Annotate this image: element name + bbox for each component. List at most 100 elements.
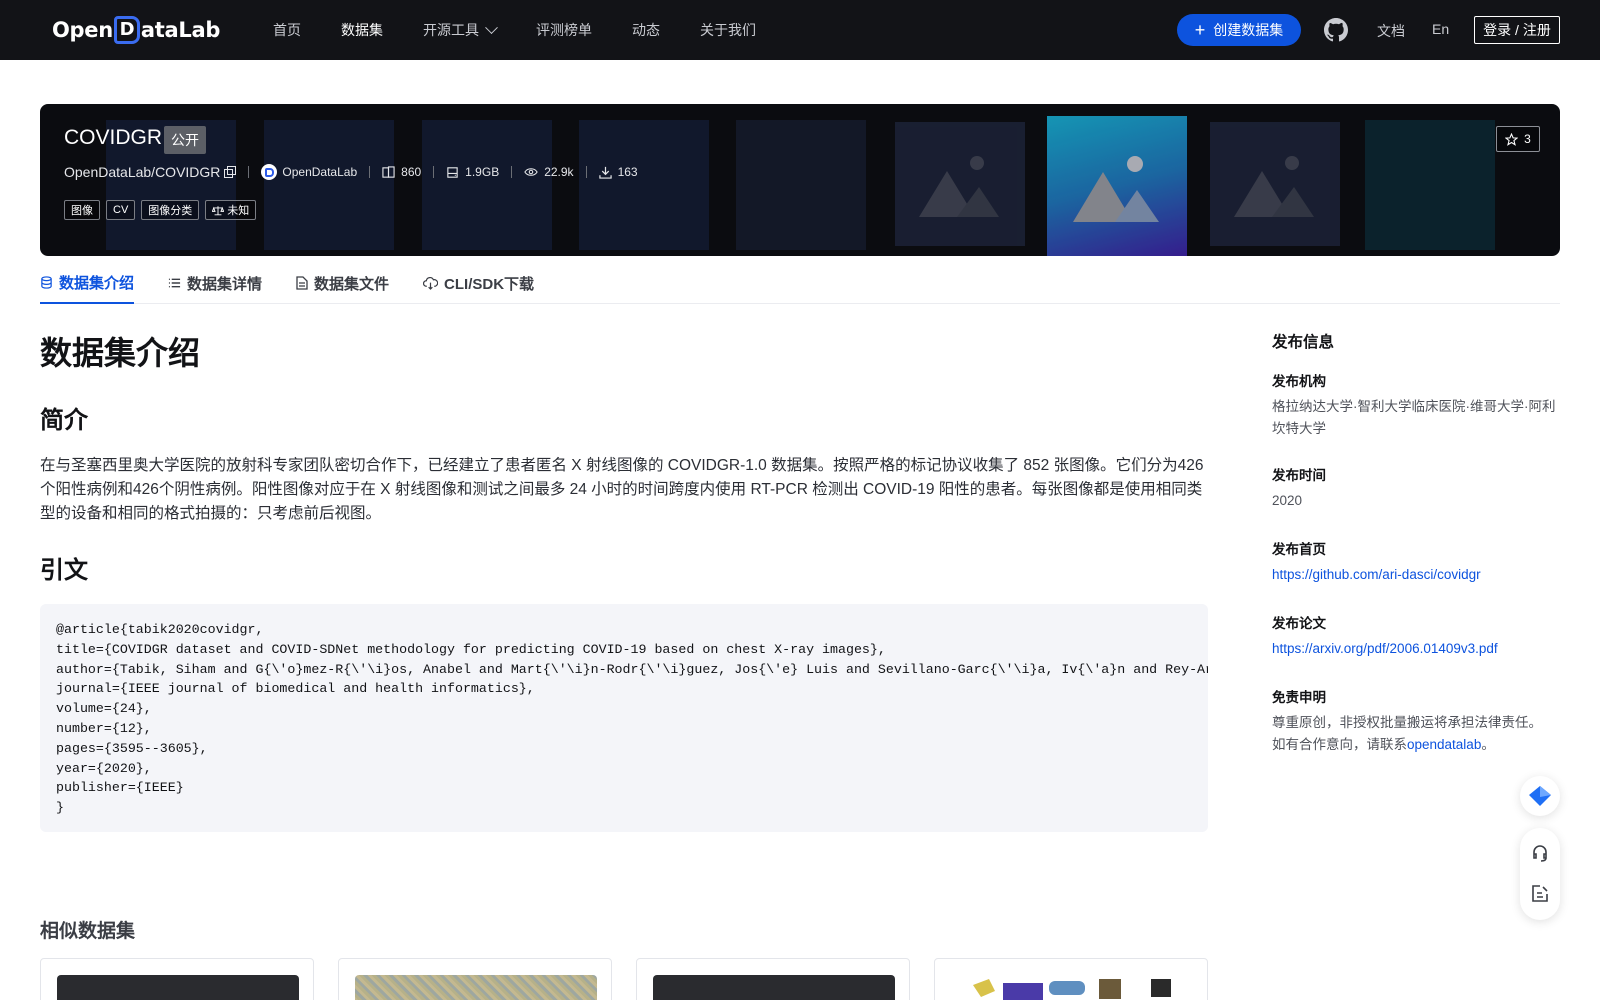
tag-list: 图像 CV 图像分类 未知: [64, 200, 262, 220]
eye-icon: [524, 168, 538, 176]
preview-thumbnail: [895, 122, 1025, 246]
similar-datasets-heading: 相似数据集: [40, 921, 136, 942]
paper-value: https://arxiv.org/pdf/2006.01409v3.pdf: [1272, 638, 1556, 660]
top-navbar: Open D ataLab 首页 数据集 开源工具 评测榜单 动态 关于我们 +…: [0, 0, 1600, 60]
cloud-download-icon: [423, 276, 439, 290]
nav-leaderboard[interactable]: 评测榜单: [536, 20, 592, 40]
tab-introduction[interactable]: 数据集介绍: [40, 262, 135, 304]
intro-text: 在与圣塞西里奥大学医院的放射科专家团队密切合作下，已经建立了患者匿名 X 射线图…: [40, 457, 1204, 522]
org-avatar: [261, 164, 278, 180]
dataset-title: COVIDGR: [64, 126, 163, 149]
files-icon: [382, 165, 395, 178]
dataset-tabs: 数据集介绍 数据集详情 数据集文件 CLI/SDK下载: [40, 262, 1560, 304]
login-register-button[interactable]: 登录 / 注册: [1474, 16, 1560, 44]
assistant-button[interactable]: [1520, 776, 1560, 816]
image-placeholder-icon: [1073, 156, 1159, 222]
tab-introduction-label: 数据集介绍: [59, 274, 135, 292]
nav-news[interactable]: 动态: [632, 20, 660, 40]
nav-home[interactable]: 首页: [273, 20, 301, 40]
plus-icon: +: [1194, 20, 1206, 40]
download-count-value: 163: [617, 165, 638, 179]
preview-thumbnail-highlighted: [1047, 116, 1187, 256]
dataset-banner: COVIDGR 公开 3 OpenDataLab/COVIDGR OpenDat…: [40, 104, 1560, 256]
citation-code-block[interactable]: @article{tabik2020covidgr, title={COVIDG…: [40, 604, 1208, 832]
tag-image-classification[interactable]: 图像分类: [141, 200, 200, 220]
tag-cv[interactable]: CV: [106, 200, 136, 220]
divider: [248, 166, 250, 178]
copy-icon[interactable]: [224, 166, 237, 178]
divider: [369, 166, 371, 178]
preview-thumbnail: [422, 120, 552, 250]
create-dataset-label: 创建数据集: [1213, 22, 1284, 38]
repo-name: OpenDataLab/COVIDGR: [64, 164, 221, 180]
tab-cli-sdk-label: CLI/SDK下载: [444, 275, 535, 293]
opendatalab-logo[interactable]: Open D ataLab: [52, 15, 220, 45]
nav-about[interactable]: 关于我们: [700, 20, 756, 40]
github-icon[interactable]: [1324, 18, 1348, 42]
scale-icon: [212, 205, 225, 215]
disclaimer-contact-prefix: 如有合作意向，请联系: [1272, 737, 1407, 752]
tab-cli-sdk[interactable]: CLI/SDK下载: [423, 262, 534, 304]
dataset-size: 1.9GB: [446, 165, 499, 179]
publish-info-title: 发布信息: [1272, 334, 1335, 351]
disclaimer-line-1: 尊重原创，非授权批量搬运将承担法律责任。: [1272, 715, 1542, 730]
file-count: 860: [382, 165, 421, 179]
license-tag[interactable]: 未知: [205, 200, 257, 220]
dataset-org[interactable]: OpenDataLab: [261, 164, 357, 180]
visibility-badge: 公开: [164, 126, 206, 154]
citation-heading: 引文: [40, 557, 88, 584]
preview-thumbnail: [579, 120, 709, 250]
star-button[interactable]: 3: [1496, 126, 1540, 152]
view-count-value: 22.9k: [544, 165, 574, 179]
objects-thumbnail: [973, 979, 1171, 1000]
similar-dataset-card[interactable]: [338, 958, 612, 1000]
logo-text-open: Open: [52, 18, 113, 42]
download-icon: [598, 166, 612, 179]
list-icon: [168, 278, 181, 288]
preview-thumbnail: [736, 120, 866, 250]
contact-link[interactable]: opendatalab: [1407, 737, 1481, 752]
tag-image[interactable]: 图像: [64, 200, 100, 220]
paper-link[interactable]: https://arxiv.org/pdf/2006.01409v3.pdf: [1272, 641, 1498, 656]
feedback-edit-icon[interactable]: [1530, 884, 1550, 904]
license-label: 未知: [227, 205, 250, 217]
main-nav: 首页 数据集 开源工具 评测榜单 动态 关于我们: [273, 0, 796, 60]
create-dataset-button[interactable]: + 创建数据集: [1177, 14, 1301, 46]
homepage-value: https://github.com/ari-dasci/covidgr: [1272, 564, 1556, 586]
headset-icon[interactable]: [1530, 843, 1550, 863]
floating-toolbar: [1520, 828, 1560, 920]
divider: [585, 166, 587, 178]
nav-docs[interactable]: 文档: [1377, 21, 1405, 41]
assistant-logo-icon: [1529, 786, 1551, 806]
homepage-link[interactable]: https://github.com/ari-dasci/covidgr: [1272, 567, 1481, 582]
nav-datasets[interactable]: 数据集: [341, 20, 383, 40]
nav-open-tools[interactable]: 开源工具: [423, 20, 498, 40]
database-icon: [41, 275, 52, 289]
tab-details[interactable]: 数据集详情: [168, 262, 262, 304]
org-name: OpenDataLab: [282, 165, 358, 179]
divider: [433, 166, 435, 178]
chevron-down-icon: [485, 20, 498, 34]
tab-files[interactable]: 数据集文件: [296, 262, 389, 304]
tab-files-label: 数据集文件: [314, 275, 390, 293]
image-placeholder-icon: [919, 156, 999, 217]
dataset-size-value: 1.9GB: [465, 165, 500, 179]
nav-open-tools-label: 开源工具: [423, 22, 479, 38]
star-count: 3: [1524, 132, 1531, 146]
tab-details-label: 数据集详情: [187, 275, 263, 293]
publisher-label: 发布机构: [1272, 374, 1326, 389]
download-count: 163: [598, 165, 638, 179]
disclaimer-line-2: 如有合作意向，请联系opendatalab。: [1272, 734, 1556, 756]
card-image: [355, 975, 597, 1000]
language-switch[interactable]: En: [1432, 21, 1449, 37]
card-image: [57, 975, 299, 1000]
disclaimer-label: 免责申明: [1272, 690, 1326, 705]
intro-heading: 简介: [40, 407, 88, 434]
similar-dataset-card[interactable]: [636, 958, 910, 1000]
similar-dataset-card[interactable]: [934, 958, 1208, 1000]
view-count: 22.9k: [524, 165, 574, 179]
repo-path: OpenDataLab/COVIDGR: [64, 164, 237, 180]
divider: [511, 166, 513, 178]
similar-dataset-card[interactable]: [40, 958, 314, 1000]
publish-time-value: 2020: [1272, 493, 1303, 508]
